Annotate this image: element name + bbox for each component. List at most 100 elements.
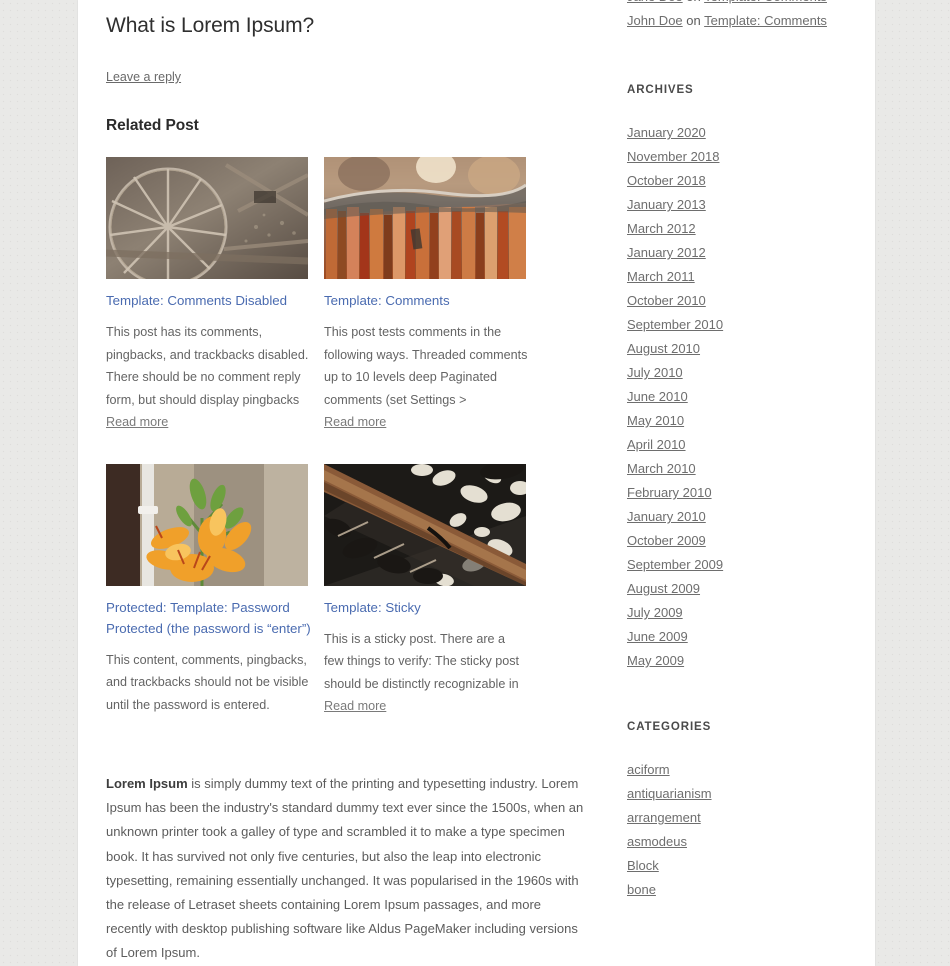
related-post-title-link[interactable]: Template: Comments: [324, 290, 536, 311]
list-item: antiquarianism: [627, 782, 843, 806]
comment-author-link[interactable]: John Doe: [627, 13, 683, 28]
widget-title-categories: Categories: [627, 721, 712, 733]
archive-link[interactable]: November 2018: [627, 145, 720, 169]
content-columns: What is Lorem Ipsum? Leave a reply Relat…: [78, 0, 875, 966]
related-post-heading: Related Post: [106, 117, 199, 135]
related-post-excerpt: This is a sticky post. There are a few t…: [324, 628, 528, 718]
excerpt-text: This content, comments, pingbacks, and t…: [106, 652, 309, 712]
archive-link[interactable]: October 2018: [627, 169, 706, 193]
list-item: September 2010: [627, 313, 843, 337]
categories-list: aciform antiquarianism arrangement asmod…: [627, 758, 843, 902]
archive-link[interactable]: June 2009: [627, 625, 688, 649]
archive-link[interactable]: July 2009: [627, 601, 683, 625]
archives-list: January 2020 November 2018 October 2018 …: [627, 121, 843, 673]
comment-post-link[interactable]: Template: Comments: [704, 13, 827, 28]
list-item: October 2018: [627, 169, 843, 193]
wagon-wheel-photo[interactable]: [106, 157, 308, 280]
list-item: bone: [627, 878, 843, 902]
archive-link[interactable]: September 2009: [627, 553, 723, 577]
recent-comment-clipped-row: Jane Doe on Template: Comments: [627, 0, 843, 9]
list-item: February 2010: [627, 481, 843, 505]
related-post-item: Template: Comments Disabled This post ha…: [106, 157, 324, 446]
body-lead-bold: Lorem Ipsum: [106, 776, 188, 792]
related-post-excerpt: This content, comments, pingbacks, and t…: [106, 649, 310, 716]
archive-link[interactable]: January 2013: [627, 193, 706, 217]
comment-connector: on: [682, 13, 705, 28]
related-post-title-link[interactable]: Template: Sticky: [324, 597, 536, 618]
list-item: arrangement: [627, 806, 843, 830]
archive-link[interactable]: March 2012: [627, 217, 696, 241]
comment-post-link-partial[interactable]: Template: Comments: [704, 0, 827, 4]
archive-link[interactable]: October 2009: [627, 529, 706, 553]
category-link[interactable]: arrangement: [627, 806, 701, 830]
archive-link[interactable]: May 2010: [627, 409, 684, 433]
archive-link[interactable]: September 2010: [627, 313, 723, 337]
excerpt-text: This post has its comments, pingbacks, a…: [106, 325, 309, 407]
list-item: September 2009: [627, 553, 843, 577]
rail-gravel-photo[interactable]: [324, 463, 526, 586]
list-item: January 2020: [627, 121, 843, 145]
widget-categories: Categories aciform antiquarianism arrang…: [627, 721, 843, 902]
read-more-link[interactable]: Read more: [324, 699, 386, 713]
read-more-link[interactable]: Read more: [324, 415, 386, 429]
comment-author-link-partial[interactable]: Jane Doe: [627, 0, 683, 4]
related-post-title-link[interactable]: Protected: Template: Password Protected …: [106, 597, 318, 639]
list-item: March 2010: [627, 457, 843, 481]
list-item: October 2010: [627, 289, 843, 313]
category-link[interactable]: bone: [627, 878, 656, 902]
read-more-link[interactable]: Read more: [106, 415, 168, 429]
widget-archives: Archives January 2020 November 2018 Octo…: [627, 84, 843, 673]
list-item: March 2012: [627, 217, 843, 241]
list-item: Block: [627, 854, 843, 878]
archive-link[interactable]: October 2010: [627, 289, 706, 313]
list-item: July 2010: [627, 361, 843, 385]
list-item: January 2010: [627, 505, 843, 529]
related-post-excerpt: This post has its comments, pingbacks, a…: [106, 321, 310, 433]
archive-link[interactable]: August 2010: [627, 337, 700, 361]
excerpt-text: This is a sticky post. There are a few t…: [324, 631, 520, 691]
related-posts-grid: Template: Comments Disabled This post ha…: [106, 157, 605, 748]
list-item: asmodeus: [627, 830, 843, 854]
rusted-metal-photo[interactable]: [324, 157, 526, 280]
category-link[interactable]: Block: [627, 854, 659, 878]
list-item: June 2009: [627, 625, 843, 649]
category-link[interactable]: aciform: [627, 758, 670, 782]
archive-link[interactable]: July 2010: [627, 361, 683, 385]
leave-a-reply-link[interactable]: Leave a reply: [106, 70, 181, 84]
list-item: August 2010: [627, 337, 843, 361]
list-item: April 2010: [627, 433, 843, 457]
list-item: October 2009: [627, 529, 843, 553]
list-item: May 2009: [627, 649, 843, 673]
archive-link[interactable]: June 2010: [627, 385, 688, 409]
archive-link[interactable]: February 2010: [627, 481, 712, 505]
related-post-title-link[interactable]: Template: Comments Disabled: [106, 290, 318, 311]
orange-lily-photo[interactable]: [106, 463, 308, 586]
category-link[interactable]: antiquarianism: [627, 782, 712, 806]
archive-link[interactable]: August 2009: [627, 577, 700, 601]
archive-link[interactable]: May 2009: [627, 649, 684, 673]
list-item: aciform: [627, 758, 843, 782]
main-content-column: What is Lorem Ipsum? Leave a reply Relat…: [78, 0, 605, 966]
related-post-excerpt: This post tests comments in the followin…: [324, 321, 528, 433]
list-item: January 2012: [627, 241, 843, 265]
category-link[interactable]: asmodeus: [627, 830, 687, 854]
related-post-item: Template: Sticky This is a sticky post. …: [324, 463, 542, 730]
archive-link[interactable]: January 2020: [627, 121, 706, 145]
list-item: May 2010: [627, 409, 843, 433]
related-post-item: Protected: Template: Password Protected …: [106, 463, 324, 730]
page-title: What is Lorem Ipsum?: [106, 14, 315, 37]
sidebar: Jane Doe on Template: Comments John Doe …: [605, 0, 853, 902]
archive-link[interactable]: January 2010: [627, 505, 706, 529]
recent-comment-partial: Jane Doe on Template: Comments: [627, 0, 843, 9]
archive-link[interactable]: January 2012: [627, 241, 706, 265]
recent-comment-row: John Doe on Template: Comments: [627, 9, 843, 33]
related-post-item: Template: Comments This post tests comme…: [324, 157, 542, 446]
list-item: August 2009: [627, 577, 843, 601]
list-item: March 2011: [627, 265, 843, 289]
archive-link[interactable]: March 2011: [627, 265, 695, 289]
archive-link[interactable]: March 2010: [627, 457, 696, 481]
list-item: July 2009: [627, 601, 843, 625]
archive-link[interactable]: April 2010: [627, 433, 686, 457]
body-paragraph: Lorem Ipsum is simply dummy text of the …: [106, 772, 587, 965]
list-item: June 2010: [627, 385, 843, 409]
